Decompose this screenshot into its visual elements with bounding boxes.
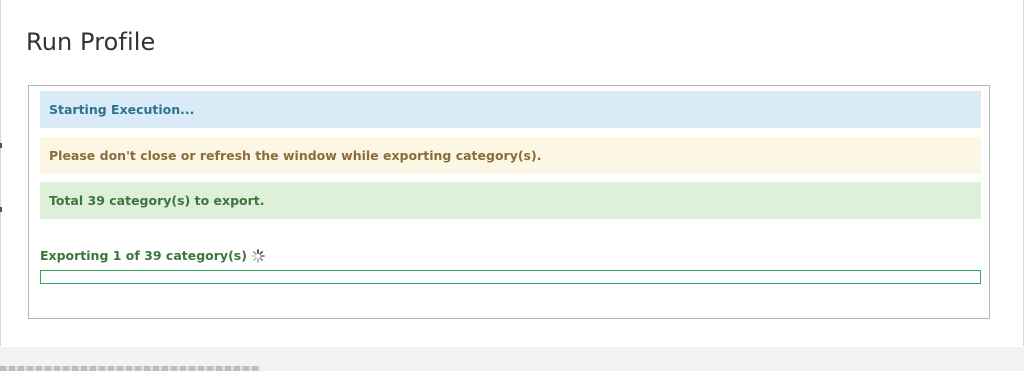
execution-panel: Starting Execution... Please don't close… xyxy=(28,85,990,319)
progress-bar xyxy=(40,270,981,284)
background-edge-mark xyxy=(0,207,2,212)
progress-label: Exporting 1 of 39 category(s) xyxy=(40,248,247,263)
info-alert: Starting Execution... xyxy=(40,91,981,128)
success-alert: Total 39 category(s) to export. xyxy=(40,182,981,219)
background-text-fragment xyxy=(0,366,260,371)
background-edge-mark xyxy=(0,143,2,148)
loading-spinner-icon xyxy=(251,248,265,263)
progress-status: Exporting 1 of 39 category(s) xyxy=(40,248,265,263)
warning-alert: Please don't close or refresh the window… xyxy=(40,137,981,174)
run-profile-dialog: Run Profile Starting Execution... Please… xyxy=(0,0,1024,346)
dialog-title: Run Profile xyxy=(26,28,156,56)
